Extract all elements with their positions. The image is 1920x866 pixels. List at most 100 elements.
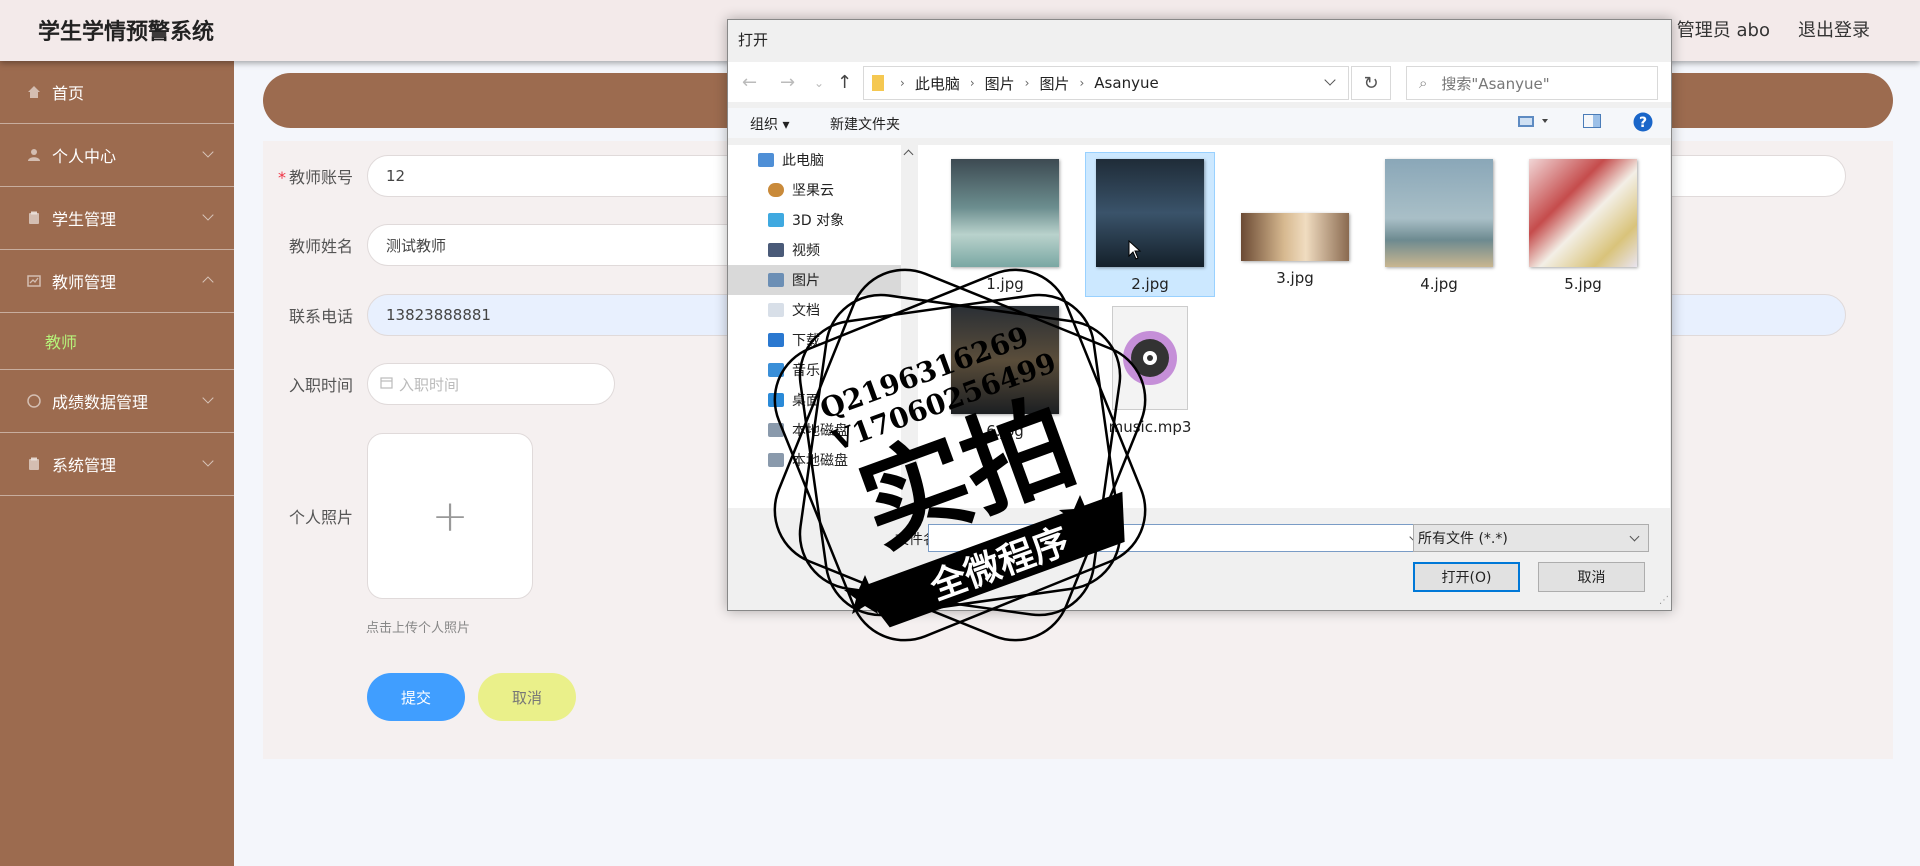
file-name: 2.jpg [1131, 275, 1169, 293]
clipboard-icon [26, 456, 42, 472]
sidebar-item-profile[interactable]: 个人中心 [0, 124, 234, 187]
search-icon: ⌕ [1419, 74, 1428, 92]
file-name: 4.jpg [1420, 275, 1458, 293]
up-arrow-icon[interactable]: ↑ [837, 72, 852, 93]
nav-item-desktop[interactable]: 桌面 [728, 385, 901, 415]
address-bar[interactable]: › 此电脑 › 图片 › 图片 › Asanyue [863, 66, 1349, 100]
preview-pane-icon[interactable] [1583, 114, 1601, 132]
nav-item-local-disk-c[interactable]: 本地磁盘 [728, 415, 901, 445]
form-row-hire-date: 入职时间 入职时间 [263, 363, 615, 405]
back-arrow-icon[interactable]: ← [742, 72, 757, 93]
nav-item-this-pc[interactable]: 此电脑 [728, 145, 901, 175]
phone-label: 联系电话 [288, 307, 353, 326]
picture-icon [768, 273, 784, 287]
sidebar-item-system[interactable]: 系统管理 [0, 433, 234, 496]
submit-button[interactable]: 提交 [367, 673, 465, 721]
organize-menu[interactable]: 组织 ▾ [750, 114, 789, 134]
image-thumbnail [1096, 159, 1204, 267]
new-folder-button[interactable]: 新建文件夹 [830, 114, 900, 134]
refresh-button[interactable]: ↻ [1351, 66, 1391, 100]
document-icon [768, 303, 784, 317]
dialog-bottom-bar: 文件名 所有文件 (*.*) 打开(O) 取消 ⋰ [728, 508, 1671, 608]
file-name: 1.jpg [986, 275, 1024, 293]
mouse-cursor-icon [1128, 240, 1142, 260]
filename-input[interactable] [928, 524, 1428, 552]
dialog-cancel-button[interactable]: 取消 [1538, 562, 1645, 592]
file-item[interactable]: music.mp3 [1085, 300, 1215, 450]
compass-icon [26, 393, 42, 409]
cancel-button[interactable]: 取消 [478, 673, 576, 721]
form-row-photo: 个人照片 + [263, 433, 533, 599]
sidebar-item-label: 成绩数据管理 [52, 393, 149, 412]
name-label: 教师姓名 [288, 237, 353, 256]
photo-label: 个人照片 [288, 508, 353, 527]
header-user-area: 管理员 abo 退出登录 [1677, 16, 1870, 42]
nut-icon [768, 183, 784, 197]
sidebar-item-label: 系统管理 [52, 456, 117, 475]
file-item[interactable]: 4.jpg [1374, 153, 1504, 298]
sidebar: 首页 个人中心 学生管理 教师管理 教师 成绩数据管理 系统管理 [0, 61, 234, 866]
file-item-selected[interactable]: 2.jpg [1085, 152, 1215, 297]
music-file-icon [1112, 306, 1188, 410]
sidebar-item-teachers[interactable]: 教师管理 [0, 250, 234, 313]
file-item[interactable]: 3.jpg [1230, 153, 1360, 298]
hire-date-label: 入职时间 [288, 376, 353, 395]
nav-scrollbar[interactable] [901, 145, 918, 508]
drive-icon [768, 453, 784, 467]
history-dropdown-icon[interactable]: ⌄ [814, 76, 824, 90]
hire-date-placeholder: 入职时间 [399, 375, 460, 394]
breadcrumb-item[interactable]: 图片 [1039, 73, 1069, 94]
open-button[interactable]: 打开(O) [1413, 562, 1520, 592]
photo-hint: 点击上传个人照片 [366, 621, 471, 636]
scroll-up-icon[interactable] [903, 149, 914, 160]
user-icon [26, 147, 42, 163]
sidebar-item-label: 教师管理 [52, 273, 117, 292]
dialog-toolbar: 组织 ▾ 新建文件夹 ? [728, 108, 1671, 138]
sidebar-item-label: 首页 [52, 84, 85, 103]
current-user[interactable]: 管理员 abo [1677, 16, 1770, 42]
forward-arrow-icon[interactable]: → [780, 72, 795, 93]
nav-item-jianguoyun[interactable]: 坚果云 [728, 175, 901, 205]
view-options-icon[interactable] [1518, 114, 1552, 132]
nav-item-pictures[interactable]: 图片 [728, 265, 901, 295]
nav-item-local-disk-d[interactable]: 本地磁盘 [728, 445, 901, 475]
resize-grip-icon[interactable]: ⋰ [1659, 595, 1669, 606]
hire-date-input[interactable]: 入职时间 [367, 363, 615, 405]
image-thumbnail [1385, 159, 1493, 267]
nav-item-videos[interactable]: 视频 [728, 235, 901, 265]
nav-item-3d-objects[interactable]: 3D 对象 [728, 205, 901, 235]
download-icon [768, 333, 784, 347]
search-input[interactable]: ⌕ 搜索"Asanyue" [1406, 66, 1658, 100]
breadcrumb-item[interactable]: 此电脑 [915, 73, 960, 94]
app-title: 学生学情预警系统 [38, 20, 215, 45]
dialog-navbar: ← → ⌄ ↑ › 此电脑 › 图片 › 图片 › Asanyue ↻ ⌕ 搜索… [728, 62, 1671, 102]
sidebar-item-students[interactable]: 学生管理 [0, 187, 234, 250]
desktop-icon [768, 393, 784, 407]
file-list: 1.jpg 2.jpg 3.jpg 4.jpg 5.jpg 6.jpg musi… [918, 145, 1670, 508]
nav-item-documents[interactable]: 文档 [728, 295, 901, 325]
sidebar-item-home[interactable]: 首页 [0, 61, 234, 124]
photo-upload-box[interactable]: + [367, 433, 533, 599]
help-icon[interactable]: ? [1633, 112, 1653, 136]
image-thumbnail [951, 159, 1059, 267]
sidebar-item-label: 学生管理 [52, 210, 117, 229]
nav-item-music[interactable]: 音乐 [728, 355, 901, 385]
file-item[interactable]: 1.jpg [940, 153, 1070, 293]
nav-item-downloads[interactable]: 下载 [728, 325, 901, 355]
home-icon [26, 84, 42, 100]
file-name: 3.jpg [1276, 269, 1314, 287]
file-item[interactable]: 5.jpg [1518, 153, 1648, 298]
drive-icon [768, 423, 784, 437]
file-item[interactable]: 6.jpg [940, 300, 1070, 450]
file-type-select[interactable]: 所有文件 (*.*) [1413, 524, 1649, 552]
breadcrumb-item[interactable]: 图片 [985, 73, 1015, 94]
chevron-down-icon [202, 209, 214, 221]
sidebar-subitem-teacher[interactable]: 教师 [0, 313, 234, 370]
breadcrumb-item[interactable]: Asanyue [1094, 74, 1158, 92]
sidebar-item-grades[interactable]: 成绩数据管理 [0, 370, 234, 433]
calendar-icon [380, 375, 393, 393]
logout-link[interactable]: 退出登录 [1798, 16, 1870, 42]
sidebar-item-label: 个人中心 [52, 147, 117, 166]
plus-icon: + [431, 490, 469, 542]
chevron-down-icon[interactable] [1324, 74, 1336, 86]
